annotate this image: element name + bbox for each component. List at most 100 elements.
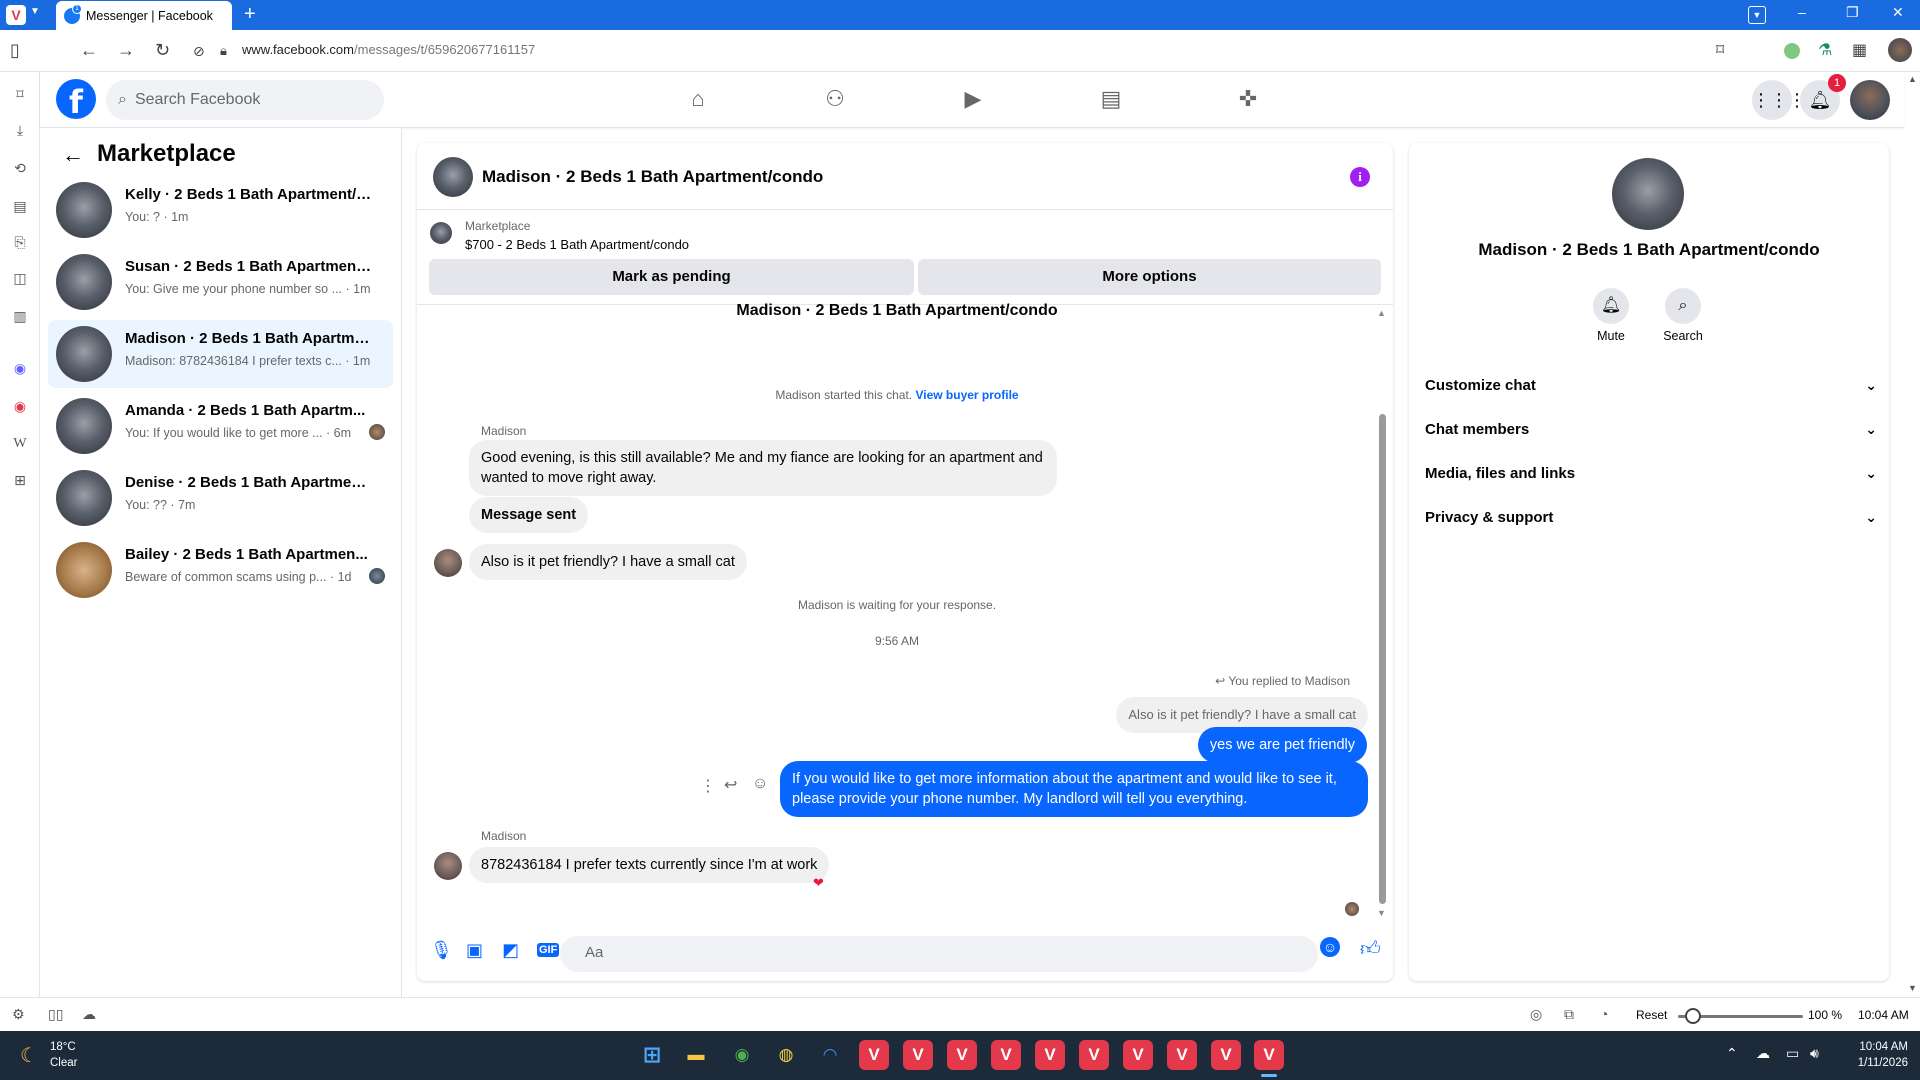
minimize-button[interactable]: – bbox=[1798, 4, 1806, 20]
back-icon[interactable]: ← bbox=[80, 40, 98, 61]
weather-temp[interactable]: 18°C bbox=[50, 1041, 76, 1053]
app-icon[interactable]: ◠ bbox=[815, 1040, 845, 1070]
chat-list-item[interactable]: Denise · 2 Beds 1 Bath Apartment/... You… bbox=[48, 464, 393, 532]
sync-cloud-icon[interactable]: ☁ bbox=[82, 1006, 96, 1023]
incoming-message[interactable]: Good evening, is this still available? M… bbox=[469, 440, 1057, 496]
facebook-logo[interactable]: f bbox=[56, 79, 96, 121]
scroll-up-icon[interactable]: ▲ bbox=[1377, 308, 1386, 318]
chat-list-item[interactable]: Susan · 2 Beds 1 Bath Apartment/c... You… bbox=[48, 248, 393, 316]
restore-button[interactable]: ❐ bbox=[1846, 4, 1859, 21]
chat-members-section[interactable]: Chat members ⌄ bbox=[1425, 413, 1877, 445]
forward-icon[interactable]: → bbox=[117, 40, 135, 61]
chat-list-item[interactable]: Kelly · 2 Beds 1 Bath Apartment/co... Yo… bbox=[48, 176, 393, 244]
gif-icon[interactable]: GIF bbox=[537, 943, 560, 957]
conversation-title[interactable]: Madison · 2 Beds 1 Bath Apartment/condo bbox=[482, 167, 823, 187]
search-icon[interactable]: ⌕ bbox=[1665, 288, 1701, 324]
tracker-shield-icon[interactable]: ⊘ bbox=[193, 43, 205, 60]
vivaldi-app-icon[interactable]: V bbox=[947, 1040, 977, 1070]
new-tab-button[interactable]: + bbox=[244, 3, 256, 26]
vivaldi-app-icon[interactable]: V bbox=[903, 1040, 933, 1070]
start-button-icon[interactable]: ⊞ bbox=[637, 1040, 667, 1070]
chevron-down-icon[interactable]: ▼ bbox=[30, 6, 40, 17]
vivaldi-app-icon[interactable]: V bbox=[1167, 1040, 1197, 1070]
vivaldi-app-icon[interactable]: V bbox=[1035, 1040, 1065, 1070]
reading-list-icon[interactable]: ▥ bbox=[11, 308, 29, 326]
extension-status-icon[interactable] bbox=[1784, 43, 1800, 59]
outgoing-message[interactable]: If you would like to get more informatio… bbox=[780, 761, 1368, 817]
add-panel-icon[interactable]: ⊞ bbox=[11, 472, 29, 490]
account-avatar[interactable] bbox=[1850, 80, 1890, 120]
app-icon[interactable]: ◍ bbox=[771, 1040, 801, 1070]
translate-panel-icon[interactable]: ⎘ bbox=[11, 234, 29, 252]
microphone-icon[interactable]: 🎙︎ bbox=[430, 940, 453, 961]
mute-bell-icon[interactable]: 🔔︎ bbox=[1593, 288, 1629, 324]
volume-icon[interactable]: 🔊︎ bbox=[1810, 1045, 1819, 1062]
panel-toggle-icon[interactable]: ▯ bbox=[10, 40, 20, 61]
sticker-icon[interactable]: ◩ bbox=[502, 940, 519, 961]
outgoing-message[interactable]: yes we are pet friendly bbox=[1197, 727, 1367, 763]
bookmarks-panel-icon[interactable]: ⌑ bbox=[11, 86, 29, 104]
downloads-panel-icon[interactable]: ⤓ bbox=[11, 122, 29, 140]
vivaldi-app-icon[interactable]: V bbox=[1211, 1040, 1241, 1070]
emoji-icon[interactable]: ☺ bbox=[1320, 937, 1340, 957]
gaming-icon[interactable]: ✜ bbox=[1233, 86, 1263, 116]
vivaldi-app-icon[interactable]: V bbox=[859, 1040, 889, 1070]
tile-icon[interactable]: ▯▯ bbox=[48, 1006, 63, 1023]
mark-as-pending-button[interactable]: Mark as pending bbox=[429, 259, 914, 295]
close-window-button[interactable]: ✕ bbox=[1892, 4, 1904, 21]
onedrive-cloud-icon[interactable]: ☁ bbox=[1756, 1045, 1770, 1062]
wikipedia-panel-icon[interactable]: W bbox=[11, 436, 29, 454]
view-buyer-profile-link[interactable]: View buyer profile bbox=[915, 388, 1018, 402]
incoming-message[interactable]: 8782436184 I prefer texts currently sinc… bbox=[469, 847, 830, 883]
heart-reaction-icon[interactable]: ❤ bbox=[813, 875, 824, 891]
page-scroll-down-icon[interactable]: ▼ bbox=[1908, 983, 1917, 993]
vivaldi-app-icon[interactable]: V bbox=[1123, 1040, 1153, 1070]
extension-icon[interactable]: ⚗ bbox=[1818, 40, 1832, 60]
facebook-search-input[interactable]: ⌕ Search Facebook bbox=[106, 80, 384, 120]
capture-icon[interactable]: ◎ bbox=[1530, 1006, 1542, 1023]
scrollbar-thumb[interactable] bbox=[1379, 414, 1386, 904]
thumbs-up-icon[interactable]: 👍︎ bbox=[1360, 937, 1381, 961]
chrome-icon[interactable]: ◉ bbox=[727, 1040, 757, 1070]
listing-title[interactable]: $700 - 2 Beds 1 Bath Apartment/condo bbox=[465, 237, 689, 252]
zoom-reset-button[interactable]: Reset bbox=[1636, 1008, 1667, 1022]
video-icon[interactable]: ▶ bbox=[958, 86, 988, 116]
calendar-extension-icon[interactable]: ▦ bbox=[1852, 40, 1867, 60]
window-panel-icon[interactable]: ◫ bbox=[11, 270, 29, 288]
scroll-down-icon[interactable]: ▼ bbox=[1377, 908, 1386, 918]
react-emoji-icon[interactable]: ☺ bbox=[752, 775, 768, 793]
bookmark-icon[interactable]: ⌑ bbox=[1716, 40, 1724, 60]
tray-chevron-up-icon[interactable]: ⌃ bbox=[1726, 1045, 1738, 1062]
more-options-button[interactable]: More options bbox=[918, 259, 1381, 295]
vivaldi-panel-icon[interactable]: ◉ bbox=[11, 398, 29, 416]
page-actions-icon[interactable]: ⧉ bbox=[1564, 1006, 1574, 1023]
conversation-avatar[interactable] bbox=[433, 157, 473, 197]
vivaldi-app-icon[interactable]: V bbox=[991, 1040, 1021, 1070]
weather-condition[interactable]: Clear bbox=[50, 1057, 77, 1069]
contact-avatar[interactable] bbox=[1612, 158, 1684, 230]
message-input[interactable] bbox=[560, 936, 1318, 972]
incoming-message[interactable]: Also is it pet friendly? I have a small … bbox=[469, 544, 747, 580]
moon-weather-icon[interactable]: ☾ bbox=[20, 1043, 38, 1068]
network-icon[interactable]: ▭ bbox=[1786, 1045, 1799, 1062]
history-panel-icon[interactable]: ⟲ bbox=[11, 160, 29, 178]
reload-icon[interactable]: ↻ bbox=[155, 40, 170, 61]
taskbar-clock[interactable]: 10:04 AM bbox=[1836, 1041, 1908, 1053]
clock-icon[interactable]: ◔ bbox=[1600, 1006, 1608, 1022]
more-actions-icon[interactable]: ⋮ bbox=[700, 776, 716, 796]
chat-list-item-active[interactable]: Madison · 2 Beds 1 Bath Apartmen... Madi… bbox=[48, 320, 393, 388]
chat-list-item[interactable]: Amanda · 2 Beds 1 Bath Apartm... You: If… bbox=[48, 392, 393, 460]
info-icon[interactable]: i bbox=[1350, 167, 1370, 187]
vivaldi-menu-icon[interactable]: V bbox=[6, 5, 26, 25]
vivaldi-app-icon-active[interactable]: V bbox=[1254, 1040, 1284, 1070]
friends-icon[interactable]: ⚇ bbox=[820, 86, 850, 116]
privacy-support-section[interactable]: Privacy & support ⌄ bbox=[1425, 501, 1877, 533]
photo-icon[interactable]: ▣ bbox=[466, 940, 483, 961]
incoming-message[interactable]: Message sent bbox=[469, 497, 589, 533]
tab-list-dropdown-icon[interactable]: ▼ bbox=[1748, 6, 1766, 24]
url-field[interactable]: www.facebook.com/messages/t/659620677161… bbox=[242, 42, 535, 57]
profile-avatar[interactable] bbox=[1888, 38, 1912, 62]
vivaldi-app-icon[interactable]: V bbox=[1079, 1040, 1109, 1070]
settings-gear-icon[interactable]: ⚙ bbox=[12, 1006, 25, 1023]
file-explorer-icon[interactable]: ▬ bbox=[681, 1040, 711, 1070]
